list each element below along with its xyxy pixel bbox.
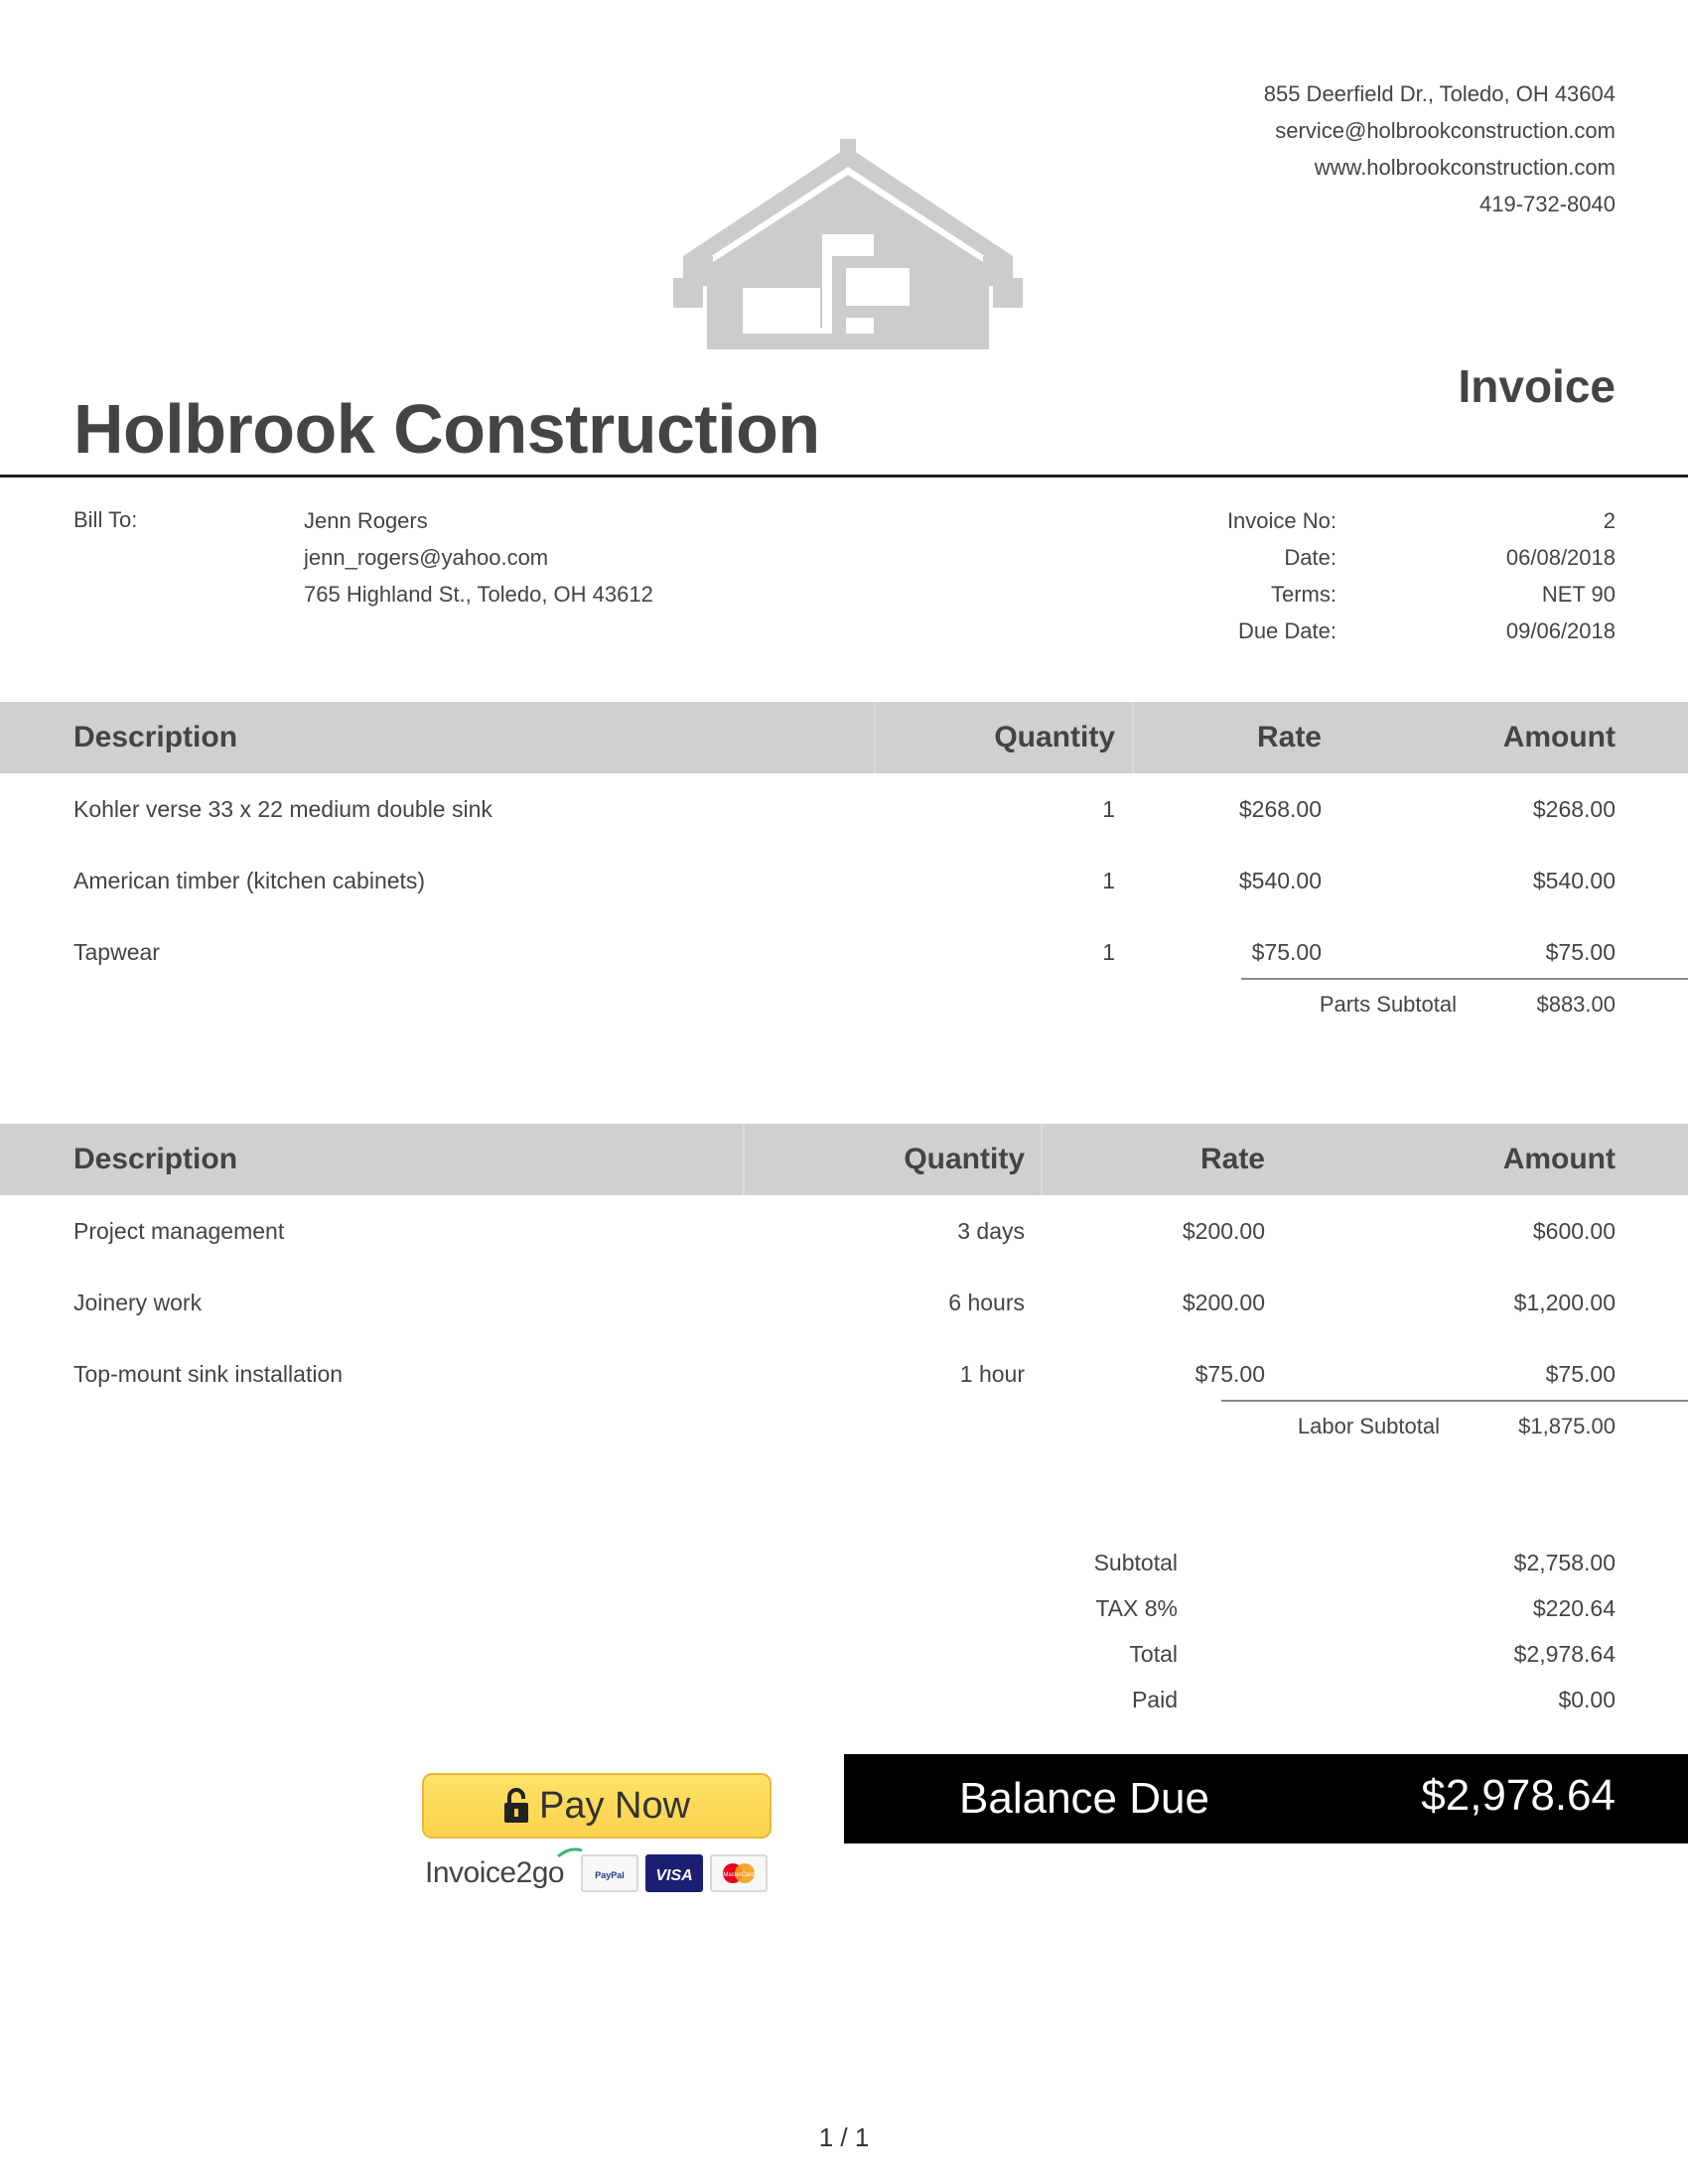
brand-suffix: 2go (515, 1856, 565, 1889)
invoice-terms-label: Terms: (1271, 582, 1336, 607)
parts-header-description: Description (73, 721, 238, 753)
invoice-meta-labels: Invoice No: Date: Terms: Due Date: (1227, 502, 1336, 649)
invoice-due-date-label: Due Date: (1237, 618, 1336, 643)
table-row: American timber (kitchen cabinets) 1 $54… (0, 845, 1688, 916)
invoice2go-swoosh-icon (557, 1847, 583, 1858)
balance-due-value: $2,978.64 (1421, 1771, 1616, 1820)
column-divider (743, 1124, 745, 1195)
labor-subtotal-label: Labor Subtotal (1297, 1414, 1440, 1438)
bill-to-block: Jenn Rogers jenn_rogers@yahoo.com 765 Hi… (304, 502, 653, 613)
invoice2go-logo: Invoice2go (425, 1856, 565, 1890)
parts-subtotal-rule (1241, 978, 1688, 980)
summary-row-total: Total $2,978.64 (0, 1631, 1688, 1677)
page-counter: 1 / 1 (818, 2122, 870, 2152)
row-description: Top-mount sink installation (73, 1361, 344, 1387)
bill-to-label: Bill To: (73, 507, 138, 532)
summary-row-paid: Paid $0.00 (0, 1677, 1688, 1722)
row-rate: $200.00 (1182, 1290, 1265, 1315)
payment-brands: Invoice2go PayPal VISA MasterCard (425, 1847, 774, 1894)
row-quantity: 1 (1102, 796, 1115, 822)
summary-tax-value: $220.64 (1532, 1595, 1616, 1621)
parts-header-amount: Amount (1502, 721, 1616, 753)
balance-due-label: Balance Due (959, 1774, 1209, 1823)
table-row: Kohler verse 33 x 22 medium double sink … (0, 773, 1688, 845)
row-rate: $540.00 (1238, 868, 1322, 893)
summary-subtotal-label: Subtotal (1093, 1550, 1178, 1575)
invoice-terms: NET 90 (1541, 582, 1616, 607)
summary-row-tax: TAX 8% $220.64 (0, 1585, 1688, 1631)
parts-subtotal-value: $883.00 (1536, 992, 1616, 1017)
summary-paid-value: $0.00 (1558, 1687, 1616, 1712)
invoice-due-date: 09/06/2018 (1505, 618, 1616, 643)
column-divider (1132, 702, 1134, 773)
row-amount: $540.00 (1532, 868, 1616, 893)
row-amount: $268.00 (1532, 796, 1616, 822)
invoice-meta-values: 2 06/08/2018 NET 90 09/06/2018 (1506, 502, 1616, 649)
mastercard-card-label: MasterCard (723, 1872, 754, 1878)
row-description: Project management (73, 1218, 285, 1244)
table-row: Joinery work 6 hours $200.00 $1,200.00 (0, 1267, 1688, 1338)
lock-icon (503, 1788, 528, 1823)
brand-prefix: Invoice (425, 1856, 516, 1889)
labor-table-header: Description Quantity Rate Amount (0, 1124, 1688, 1195)
paypal-icon: PayPal (581, 1854, 638, 1892)
row-quantity: 1 hour (959, 1361, 1025, 1387)
client-address: 765 Highland St., Toledo, OH 43612 (304, 582, 653, 607)
column-divider (874, 702, 876, 773)
parts-subtotal-label: Parts Subtotal (1319, 992, 1457, 1017)
row-quantity: 6 hours (948, 1290, 1025, 1315)
company-contact: 855 Deerfield Dr., Toledo, OH 43604 serv… (1264, 75, 1616, 222)
mastercard-icon: MasterCard (710, 1854, 768, 1892)
pay-now-button[interactable]: Pay Now (422, 1773, 772, 1839)
invoice-date: 06/08/2018 (1505, 545, 1616, 570)
labor-header-description: Description (73, 1143, 238, 1175)
paypal-card-label: PayPal (595, 1870, 625, 1880)
company-address: 855 Deerfield Dr., Toledo, OH 43604 (1263, 81, 1616, 106)
document-title: Invoice (1458, 360, 1616, 412)
visa-card-label: VISA (655, 1867, 692, 1884)
header-divider (0, 475, 1688, 478)
labor-header-amount: Amount (1502, 1143, 1616, 1175)
balance-due-bar: Balance Due $2,978.64 (844, 1754, 1688, 1843)
summary-tax-label: TAX 8% (1095, 1595, 1178, 1621)
summary-paid-label: Paid (1131, 1687, 1178, 1712)
summary-total-value: $2,978.64 (1513, 1641, 1616, 1667)
row-quantity: 3 days (957, 1218, 1025, 1244)
summary-total-label: Total (1129, 1641, 1178, 1667)
house-logo-icon (673, 139, 1023, 349)
company-website[interactable]: www.holbrookconstruction.com (1264, 149, 1616, 186)
table-row: Project management 3 days $200.00 $600.0… (0, 1195, 1688, 1267)
labor-subtotal-rule (1221, 1400, 1688, 1402)
visa-icon: VISA (645, 1854, 703, 1892)
row-rate: $200.00 (1182, 1218, 1265, 1244)
labor-header-quantity: Quantity (904, 1143, 1025, 1175)
invoice-number-label: Invoice No: (1226, 508, 1336, 533)
client-name: Jenn Rogers (304, 508, 428, 533)
parts-header-rate: Rate (1256, 721, 1322, 753)
row-description: Tapwear (73, 939, 160, 965)
labor-subtotal-value: $1,875.00 (1518, 1414, 1616, 1438)
invoice-date-label: Date: (1284, 545, 1336, 570)
company-email[interactable]: service@holbrookconstruction.com (1264, 112, 1616, 149)
column-divider (1041, 1124, 1043, 1195)
row-amount: $1,200.00 (1513, 1290, 1616, 1315)
summary-row-subtotal: Subtotal $2,758.00 (0, 1540, 1688, 1585)
pay-now-label: Pay Now (538, 1784, 691, 1827)
row-quantity: 1 (1102, 939, 1115, 965)
labor-header-rate: Rate (1199, 1143, 1265, 1175)
row-description: Kohler verse 33 x 22 medium double sink (73, 796, 492, 822)
row-rate: $268.00 (1238, 796, 1322, 822)
row-description: Joinery work (73, 1290, 203, 1315)
client-email[interactable]: jenn_rogers@yahoo.com (304, 539, 653, 576)
row-amount: $600.00 (1532, 1218, 1616, 1244)
parts-header-quantity: Quantity (994, 721, 1115, 753)
company-name: Holbrook Construction (73, 390, 820, 468)
parts-table-header: Description Quantity Rate Amount (0, 702, 1688, 773)
summary-subtotal-value: $2,758.00 (1513, 1550, 1616, 1575)
row-quantity: 1 (1102, 868, 1115, 893)
invoice-number: 2 (1603, 508, 1616, 533)
company-phone: 419-732-8040 (1478, 192, 1616, 216)
row-description: American timber (kitchen cabinets) (73, 868, 426, 893)
